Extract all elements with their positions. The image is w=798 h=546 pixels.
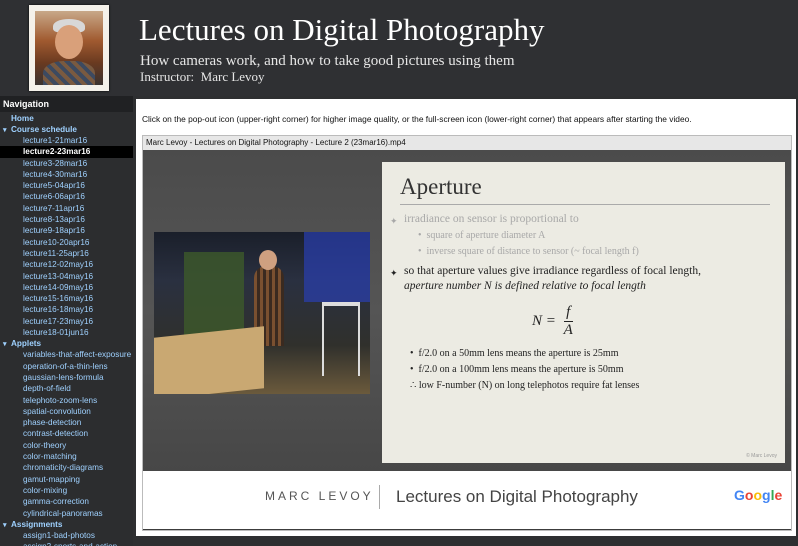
applets-section[interactable]: ▾ Applets (0, 338, 133, 349)
applet-list: variables-that-affect-exposure operation-… (0, 349, 133, 518)
slide-example: • f/2.0 on a 50mm lens means the apertur… (410, 348, 619, 359)
section-label: Course schedule (11, 125, 77, 134)
slide-bullet-cont: aperture number N is defined relative to… (404, 280, 646, 292)
slide-title: Aperture (400, 174, 482, 199)
sidebar-item-lecture9-18apr16[interactable]: lecture9-18apr16 (0, 225, 133, 236)
video-frame[interactable]: Aperture ✦ irradiance on sensor is propo… (143, 150, 791, 471)
instructions-text: Click on the pop-out icon (upper-right c… (142, 114, 692, 124)
sidebar-item-lecture12-02may16[interactable]: lecture12-02may16 (0, 259, 133, 270)
sidebar-item-depth-of-field[interactable]: depth-of-field (0, 383, 133, 394)
sidebar-item-lecture5-04apr16[interactable]: lecture5-04apr16 (0, 180, 133, 191)
sidebar-item-lecture8-13apr16[interactable]: lecture8-13apr16 (0, 214, 133, 225)
assignments-section[interactable]: ▾ Assignments (0, 519, 133, 530)
instructor-photo (29, 5, 109, 91)
brand-course: Lectures on Digital Photography (396, 487, 638, 506)
google-logo: Google (734, 487, 782, 503)
sidebar-item-chromaticity-diagrams[interactable]: chromaticity-diagrams (0, 462, 133, 473)
sidebar-item-color-theory[interactable]: color-theory (0, 440, 133, 451)
main-content: Click on the pop-out icon (upper-right c… (136, 99, 796, 536)
instructor-label: Instructor: (140, 69, 195, 84)
sidebar-item-gaussian-lens-formula[interactable]: gaussian-lens-formula (0, 372, 133, 383)
section-label: Assignments (11, 519, 63, 529)
sidebar-item-lecture13-04may16[interactable]: lecture13-04may16 (0, 271, 133, 282)
assignment-list: assign1-bad-photosassign2-sports-and-act… (0, 530, 133, 546)
sidebar-navigation: Navigation Home ▾ Course schedule lecture… (0, 96, 133, 546)
nav-home-link[interactable]: Home (0, 112, 133, 124)
section-label: Applets (11, 339, 42, 349)
sidebar-item-gamut-mapping[interactable]: gamut-mapping (0, 474, 133, 485)
bullet-icon: ✦ (390, 216, 398, 226)
sidebar-item-lecture3-28mar16[interactable]: lecture3-28mar16 (0, 158, 133, 169)
google-logo-letter: e (774, 487, 783, 503)
slide-subbullet: • inverse square of distance to sensor (… (418, 246, 639, 257)
bullet-icon: ✦ (390, 268, 398, 278)
sidebar-item-lecture4-30mar16[interactable]: lecture4-30mar16 (0, 169, 133, 180)
sidebar-item-contrast-detection[interactable]: contrast-detection (0, 428, 133, 439)
sidebar-item-lecture1-21mar16[interactable]: lecture1-21mar16 (0, 135, 133, 146)
sidebar-item-lecture14-09may16[interactable]: lecture14-09may16 (0, 282, 133, 293)
sidebar-item-assign1-bad-photos[interactable]: assign1-bad-photos (0, 530, 133, 541)
sidebar-item-lecture18-01jun16[interactable]: lecture18-01jun16 (0, 327, 133, 338)
slide-bullet: irradiance on sensor is proportional to (404, 213, 579, 225)
sidebar-item-lecture2-23mar16[interactable]: lecture2-23mar16 (0, 146, 133, 158)
page-title: Lectures on Digital Photography (139, 12, 545, 47)
lecture-slide: Aperture ✦ irradiance on sensor is propo… (382, 162, 785, 463)
sidebar-item-assign2-sports-and-action[interactable]: assign2-sports-and-action (0, 541, 133, 546)
slide-subbullet: • square of aperture diameter A (418, 230, 546, 241)
brand-name: MARC LEVOY (265, 489, 374, 503)
sidebar-item-lecture10-20apr16[interactable]: lecture10-20apr16 (0, 237, 133, 248)
expand-arrow-icon: ▾ (3, 521, 7, 529)
sidebar-item-variables-that-affect-exposure[interactable]: variables-that-affect-exposure (0, 349, 133, 360)
slide-bullet: so that aperture values give irradiance … (404, 265, 701, 277)
expand-arrow-icon: ▾ (3, 341, 7, 349)
sidebar-item-color-matching[interactable]: color-matching (0, 451, 133, 462)
lecture-list: lecture1-21mar16 lecture2-23mar16 lecture3… (0, 135, 133, 338)
slide-copyright: © Marc Levoy (746, 453, 777, 459)
lecturer-camera-view (154, 232, 370, 394)
instructor-name: Marc Levoy (200, 69, 265, 84)
sidebar-item-cylindrical-panoramas[interactable]: cylindrical-panoramas (0, 508, 133, 519)
navigation-heading: Navigation (0, 96, 133, 112)
aperture-formula: N = fA (532, 304, 573, 338)
sidebar-item-lecture7-11apr16[interactable]: lecture7-11apr16 (0, 203, 133, 214)
page-subtitle: How cameras work, and how to take good p… (140, 53, 515, 69)
sidebar-item-phase-detection[interactable]: phase-detection (0, 417, 133, 428)
sidebar-item-lecture15-16may16[interactable]: lecture15-16may16 (0, 293, 133, 304)
video-player[interactable]: Marc Levoy - Lectures on Digital Photogr… (142, 135, 792, 531)
sidebar-item-telephoto-zoom-lens[interactable]: telephoto-zoom-lens (0, 395, 133, 406)
sidebar-item-lecture16-18may16[interactable]: lecture16-18may16 (0, 304, 133, 315)
sidebar-item-spatial-convolution[interactable]: spatial-convolution (0, 406, 133, 417)
sidebar-item-lecture6-06apr16[interactable]: lecture6-06apr16 (0, 191, 133, 202)
sidebar-item-lecture17-23may16[interactable]: lecture17-23may16 (0, 316, 133, 327)
course-schedule-section[interactable]: ▾ Course schedule (0, 124, 133, 135)
google-logo-letter: g (762, 487, 771, 503)
slide-example: • f/2.0 on a 100mm lens means the apertu… (410, 364, 624, 375)
expand-arrow-icon: ▾ (3, 127, 7, 134)
slide-example: ∴ low F-number (N) on long telephotos re… (410, 380, 640, 391)
sidebar-item-operation-of-a-thin-lens[interactable]: operation-of-a-thin-lens (0, 361, 133, 372)
page-header: Lectures on Digital Photography How came… (0, 0, 798, 96)
video-branding-bar: MARC LEVOY Lectures on Digital Photograp… (143, 471, 791, 529)
sidebar-item-lecture11-25apr16[interactable]: lecture11-25apr16 (0, 248, 133, 259)
sidebar-item-gamma-correction[interactable]: gamma-correction (0, 496, 133, 507)
google-logo-letter: o (753, 487, 763, 503)
google-logo-letter: G (734, 487, 745, 503)
video-title: Marc Levoy - Lectures on Digital Photogr… (143, 136, 791, 150)
sidebar-item-color-mixing[interactable]: color-mixing (0, 485, 133, 496)
instructor-line: Instructor: Marc Levoy (140, 69, 265, 85)
